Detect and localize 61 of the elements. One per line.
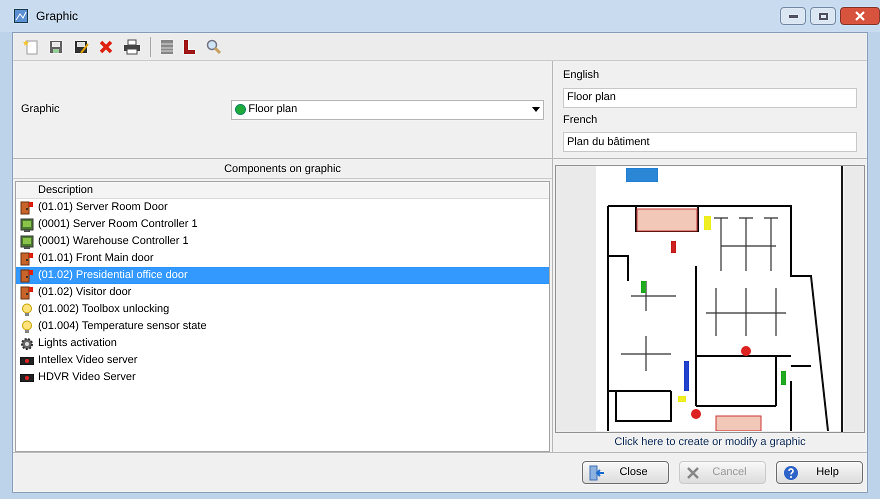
component-row[interactable]: Intellex Video server [16,352,549,369]
component-label: (01.01) Front Main door [38,251,154,266]
maximize-button[interactable] [810,7,836,25]
graphic-label: Graphic [21,102,61,118]
zoom-icon[interactable] [206,38,222,54]
component-row[interactable]: (01.02) Visitor door [16,284,549,301]
component-label: Lights activation [38,336,117,352]
name-input-field[interactable]: Floor plan [563,88,857,108]
dialog-button[interactable]: Help [776,461,863,484]
light-bulb-icon [20,302,34,316]
components-title: Components on graphic [13,159,552,179]
exit-door-icon [589,464,605,480]
controller-icon [20,218,34,232]
door-icon [20,268,34,282]
door-icon [20,252,34,266]
cross-icon [686,466,700,480]
print-icon[interactable] [123,38,141,54]
component-row[interactable]: (01.004) Temperature sensor state [16,318,549,335]
component-label: HDVR Video Server [38,370,136,386]
component-label: (01.02) Presidential office door [38,268,188,284]
name-input-field[interactable]: Plan du bâtiment [563,132,857,152]
delete-icon[interactable] [98,38,114,54]
dropdown-arrow-icon [532,107,540,112]
controller-icon [20,234,34,248]
window-logo-icon [14,9,28,23]
save-as-icon[interactable] [73,38,89,54]
video-server-icon [20,356,34,364]
component-label: Intellex Video server [38,353,138,368]
dialog-button[interactable]: Close [582,461,669,484]
create-graphic-link[interactable]: Click here to create or modify a graphic [553,433,867,451]
video-server-icon [20,374,34,382]
column-header[interactable]: Description [16,182,549,199]
help-icon [783,464,799,480]
door-icon [20,286,34,300]
component-row[interactable]: (01.002) Toolbox unlocking [16,301,549,318]
globe-icon [235,104,246,115]
language-label: French [563,112,598,128]
component-row[interactable]: HDVR Video Server [16,369,549,386]
window-title: Graphic [36,8,80,25]
save-icon[interactable] [48,38,64,54]
component-label: (01.01) Server Room Door [38,200,168,216]
list-icon[interactable] [160,38,174,54]
component-label: (0001) Warehouse Controller 1 [38,234,189,250]
component-row[interactable]: Lights activation [16,335,549,352]
component-row[interactable]: (01.01) Front Main door [16,250,549,267]
graphic-dropdown[interactable]: Floor plan [231,100,544,120]
component-label: (01.02) Visitor door [38,285,132,300]
light-bulb-icon [20,320,34,334]
gear-icon [20,336,34,350]
component-row[interactable]: (0001) Server Room Controller 1 [16,216,549,233]
language-label: English [563,68,600,83]
close-icon [855,11,865,21]
component-row[interactable]: (0001) Warehouse Controller 1 [16,233,549,250]
new-icon[interactable] [23,38,39,54]
component-row[interactable]: (01.01) Server Room Door [16,199,549,216]
component-label: (01.004) Temperature sensor state [38,319,207,334]
door-icon [20,200,34,214]
close-window-button[interactable] [840,7,880,25]
component-label: (0001) Server Room Controller 1 [38,217,198,232]
minimize-button[interactable] [780,7,806,25]
component-label: (01.002) Toolbox unlocking [38,302,170,318]
